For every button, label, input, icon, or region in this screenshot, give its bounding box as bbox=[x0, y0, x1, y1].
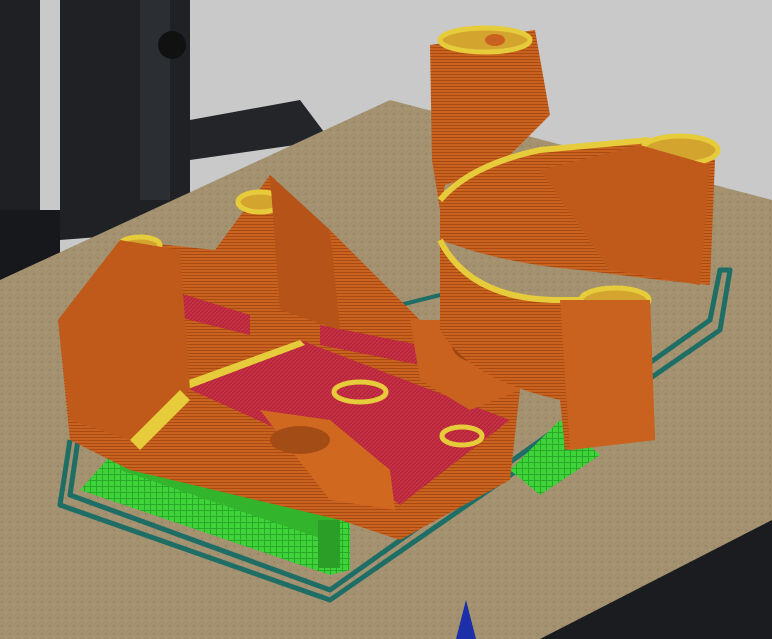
3d-preview-viewport[interactable] bbox=[0, 0, 772, 639]
frame-bolt bbox=[158, 31, 186, 59]
print-preview-scene[interactable] bbox=[0, 0, 772, 639]
